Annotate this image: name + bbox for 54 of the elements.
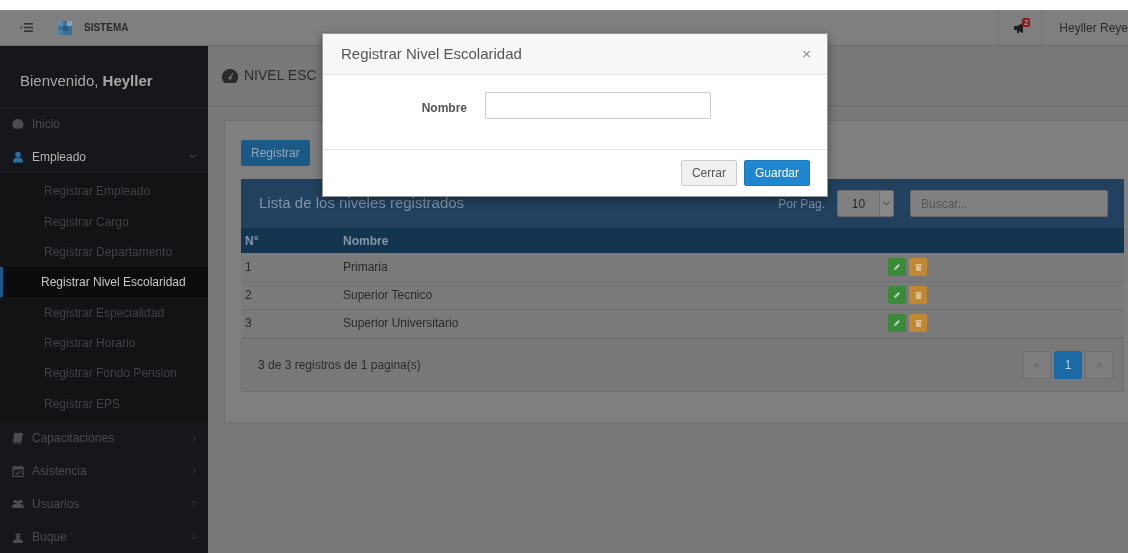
close-button[interactable]: × xyxy=(802,42,811,66)
chevron-right-icon xyxy=(192,500,196,508)
gauge-icon xyxy=(12,118,24,130)
list-title: Lista de los niveles registrados xyxy=(259,193,465,214)
records-summary: 3 de 3 registros de 1 pagina(s) xyxy=(258,356,421,374)
page-button[interactable]: « xyxy=(1023,350,1051,379)
page-button[interactable]: » xyxy=(1085,350,1113,379)
column-header: Nombre xyxy=(343,233,389,248)
trash-icon xyxy=(914,263,922,272)
pencil-icon xyxy=(893,291,901,300)
per-page-label: Por Pag. xyxy=(778,195,825,213)
page-title: NIVEL ESC xyxy=(244,66,317,85)
user-icon xyxy=(12,150,24,163)
sidebar-item[interactable]: Empleado xyxy=(0,140,208,174)
modal-title: Registrar Nivel Escolaridad xyxy=(341,43,522,64)
table-cell: 3 xyxy=(245,316,252,330)
field-label: Nombre xyxy=(420,100,468,117)
users-icon xyxy=(12,497,24,510)
book-icon xyxy=(12,432,24,445)
delete-button[interactable] xyxy=(909,286,927,305)
table-cell: Superior Tecnico xyxy=(343,288,433,302)
save-button[interactable]: Guardar xyxy=(743,160,810,186)
delete-button[interactable] xyxy=(909,258,927,277)
submenu-item[interactable]: Registrar Nivel Escolaridad xyxy=(0,267,208,298)
name-input-field[interactable] xyxy=(485,92,711,119)
table-cell: Primaria xyxy=(343,259,388,274)
welcome-text: Bienvenido, Heyller xyxy=(20,72,153,89)
edit-button[interactable] xyxy=(888,314,906,333)
page-button[interactable]: 1 xyxy=(1054,350,1082,379)
chevron-right-icon xyxy=(192,434,196,442)
brand-name: SISTEMA xyxy=(84,21,129,35)
per-page-select[interactable]: 10 xyxy=(837,190,894,217)
pencil-icon xyxy=(893,263,901,272)
chevron-right-icon xyxy=(192,467,196,475)
delete-button[interactable] xyxy=(909,314,927,333)
menu-icon[interactable] xyxy=(20,23,33,32)
edit-button[interactable] xyxy=(888,258,906,277)
column-header: N° xyxy=(245,233,259,248)
table-cell: 2 xyxy=(245,288,252,302)
calendar-icon xyxy=(12,464,24,477)
edit-button[interactable] xyxy=(888,286,906,305)
trash-icon xyxy=(914,291,922,300)
register-button[interactable]: Registrar xyxy=(241,140,310,166)
gauge-icon xyxy=(222,68,238,83)
close-button[interactable]: Cerrar xyxy=(680,160,737,186)
table-cell: 1 xyxy=(245,259,252,274)
table-cell: Superior Universitario xyxy=(343,316,459,330)
user-name[interactable]: Heyller Reye xyxy=(1059,18,1128,37)
logo-icon xyxy=(58,20,72,35)
chevron-down-icon xyxy=(189,154,196,160)
pencil-icon xyxy=(893,319,901,328)
caret-icon xyxy=(883,201,890,206)
chevron-right-icon xyxy=(192,533,196,541)
trash-icon xyxy=(914,319,922,328)
